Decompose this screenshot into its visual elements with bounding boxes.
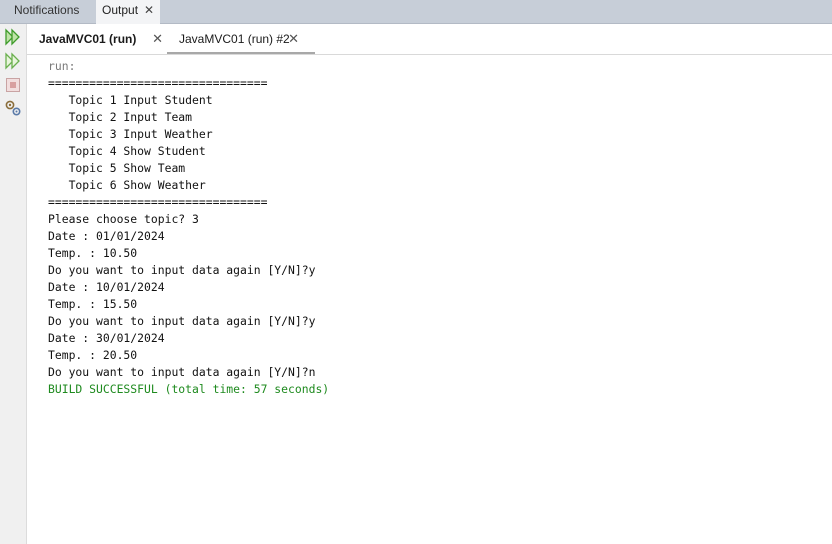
tab-output[interactable]: Output ✕	[96, 0, 160, 24]
tab-javamvc01-run-label: JavaMVC01 (run)	[39, 32, 137, 46]
rerun-with-params-icon[interactable]	[4, 52, 22, 70]
rerun-icon[interactable]	[4, 28, 22, 46]
tab-notifications-label: Notifications	[14, 3, 80, 17]
console-line: ================================	[48, 195, 268, 209]
console-line: Date : 30/01/2024	[48, 331, 165, 345]
tab-javamvc01-run-2[interactable]: JavaMVC01 (run) #2 ✕	[167, 24, 315, 54]
output-tab-bar: JavaMVC01 (run) ✕ JavaMVC01 (run) #2 ✕	[27, 24, 832, 55]
console-line: Topic 3 Input Weather	[48, 127, 213, 141]
console-line: Topic 1 Input Student	[48, 93, 213, 107]
console-line: Temp. : 15.50	[48, 297, 138, 311]
console-line: ================================	[48, 76, 268, 90]
close-icon[interactable]: ✕	[288, 24, 299, 54]
console-line: Do you want to input data again [Y/N]?y	[48, 263, 316, 277]
close-icon[interactable]: ✕	[144, 0, 154, 21]
console-line: run:	[48, 59, 76, 73]
console-line: BUILD SUCCESSFUL (total time: 57 seconds…	[48, 382, 330, 396]
console-line: Do you want to input data again [Y/N]?y	[48, 314, 316, 328]
output-window: Notifications Output ✕ JavaMVC01 (run) ✕…	[0, 0, 832, 544]
console-line: Please choose topic? 3	[48, 212, 199, 226]
tab-javamvc01-run[interactable]: JavaMVC01 (run) ✕	[39, 24, 163, 54]
console-line: Topic 6 Show Weather	[48, 178, 206, 192]
console-line: Topic 4 Show Student	[48, 144, 206, 158]
console-line: Temp. : 10.50	[48, 246, 138, 260]
stop-icon[interactable]	[4, 76, 22, 94]
settings-icon[interactable]	[4, 99, 22, 117]
tab-javamvc01-run-2-label: JavaMVC01 (run) #2	[179, 32, 290, 46]
console-line: Date : 10/01/2024	[48, 280, 165, 294]
console-line: Date : 01/01/2024	[48, 229, 165, 243]
tab-notifications[interactable]: Notifications	[4, 0, 94, 24]
console-line: Do you want to input data again [Y/N]?n	[48, 365, 316, 379]
console-line: Temp. : 20.50	[48, 348, 138, 362]
console-output[interactable]: run: ================================ Top…	[48, 58, 828, 538]
output-toolbar	[0, 24, 27, 544]
panel-tab-bar: Notifications Output ✕	[0, 0, 832, 24]
console-line: Topic 2 Input Team	[48, 110, 193, 124]
console-line: Topic 5 Show Team	[48, 161, 186, 175]
close-icon[interactable]: ✕	[152, 24, 163, 54]
tab-output-label: Output	[102, 3, 139, 17]
